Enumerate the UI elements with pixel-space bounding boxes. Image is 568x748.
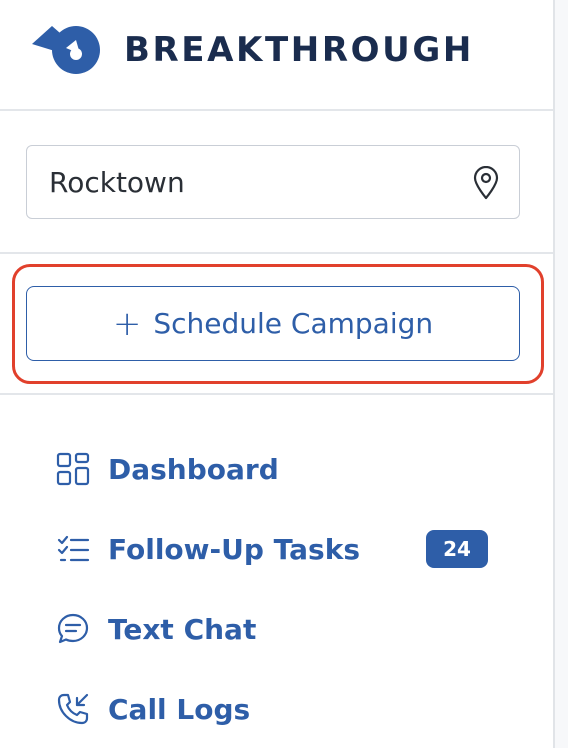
checklist-icon bbox=[56, 532, 90, 566]
nav-item-text-chat[interactable]: Text Chat bbox=[56, 607, 256, 651]
nav-label: Dashboard bbox=[108, 452, 279, 486]
content-edge bbox=[553, 0, 568, 748]
location-selector[interactable]: Rocktown bbox=[26, 145, 520, 219]
map-pin-icon bbox=[473, 166, 499, 200]
location-value: Rocktown bbox=[49, 165, 185, 199]
phone-incoming-icon bbox=[56, 692, 90, 726]
brand-name: BREAKTHROUGH bbox=[124, 30, 474, 70]
nav-label: Follow-Up Tasks bbox=[108, 532, 361, 566]
schedule-campaign-label: Schedule Campaign bbox=[153, 307, 434, 340]
follow-up-count-badge: 24 bbox=[426, 530, 488, 568]
nav-item-dashboard[interactable]: Dashboard bbox=[56, 447, 279, 491]
chat-bubble-icon bbox=[56, 612, 90, 646]
sidebar: BREAKTHROUGH Rocktown + Schedule Campaig… bbox=[0, 0, 553, 748]
nav-label: Call Logs bbox=[108, 692, 251, 726]
nav-item-call-logs[interactable]: Call Logs bbox=[56, 687, 250, 731]
divider bbox=[0, 252, 553, 254]
brand-header[interactable]: BREAKTHROUGH bbox=[30, 22, 474, 78]
divider bbox=[0, 393, 553, 395]
divider bbox=[0, 109, 553, 111]
nav-item-follow-up-tasks[interactable]: Follow-Up Tasks bbox=[56, 527, 360, 571]
breakthrough-logo-icon bbox=[32, 26, 100, 74]
schedule-campaign-button[interactable]: + Schedule Campaign bbox=[26, 286, 520, 361]
nav-label: Text Chat bbox=[108, 612, 257, 646]
plus-icon: + bbox=[112, 303, 142, 344]
dashboard-grid-icon bbox=[56, 452, 90, 486]
